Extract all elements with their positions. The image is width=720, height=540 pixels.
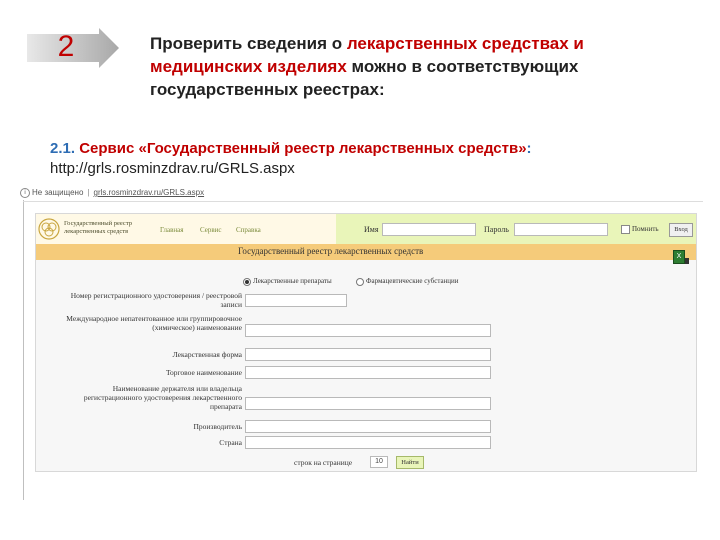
service-colon: : [526, 140, 532, 157]
remember-checkbox[interactable] [621, 225, 630, 234]
excel-icon[interactable]: X [673, 250, 685, 264]
grls-website: Государственный реестр лекарственных сре… [35, 213, 697, 472]
holder-input[interactable] [245, 397, 491, 410]
field-label-inn: Международное непатентованное или группи… [66, 314, 242, 332]
trade-name-input[interactable] [245, 366, 491, 379]
address-bar[interactable]: i Не защищено | grls.rosminzdrav.ru/GRLS.as… [20, 188, 240, 200]
logo-text: Государственный реестр лекарственных сре… [64, 220, 132, 235]
service-number: 2.1. [50, 140, 76, 157]
per-page-input[interactable]: 10 [370, 456, 388, 468]
reg-number-input[interactable] [245, 294, 347, 307]
headline-part1: Проверить сведения о [150, 34, 347, 53]
radio-substances-label: Фармацевтические субстанции [366, 277, 459, 285]
country-input[interactable] [245, 436, 491, 449]
inn-input[interactable] [245, 324, 491, 337]
step-number: 2 [57, 30, 75, 63]
scroll-handle[interactable] [685, 258, 689, 264]
logo-icon [38, 218, 60, 240]
remember-label: Помнить [632, 225, 659, 233]
radio-drugs-label: Лекарственные препараты [253, 277, 332, 285]
password-input[interactable] [514, 223, 608, 236]
security-label: Не защищено [32, 188, 84, 198]
per-page-label: строк на странице [294, 458, 353, 467]
manufacturer-input[interactable] [245, 420, 491, 433]
browser-frame-top [23, 201, 703, 202]
field-label-reg-number: Номер регистрационного удостоверения / р… [70, 291, 242, 309]
nav-service[interactable]: Сервис [200, 226, 222, 234]
radio-drugs[interactable] [243, 278, 251, 286]
form-input[interactable] [245, 348, 491, 361]
info-icon[interactable]: i [20, 188, 30, 198]
address-url[interactable]: grls.rosminzdrav.ru/GRLS.aspx [94, 188, 205, 197]
browser-frame-left [23, 200, 24, 500]
radio-substances[interactable] [356, 278, 364, 286]
separator: | [87, 188, 90, 198]
nav-home[interactable]: Главная [160, 226, 184, 234]
find-button[interactable]: Найти [396, 456, 424, 469]
field-label-country: Страна [219, 438, 242, 447]
title-bar: Государственный реестр лекарственных сре… [36, 244, 696, 260]
field-label-trade-name: Торговое наименование [165, 368, 242, 377]
service-line: 2.1. Сервис «Государственный реестр лека… [50, 138, 532, 159]
service-title: Сервис «Государственный реестр лекарстве… [75, 140, 527, 157]
password-label: Пароль [484, 225, 509, 234]
login-input[interactable] [382, 223, 476, 236]
login-label: Имя [364, 225, 379, 234]
login-button[interactable]: Вход [669, 223, 693, 237]
headline: Проверить сведения о лекарственных средс… [150, 32, 690, 101]
site-title: Государственный реестр лекарственных сре… [238, 246, 424, 256]
field-label-holder: Наименование держателя или владельца рег… [83, 384, 242, 411]
field-label-form: Лекарственная форма [172, 350, 242, 359]
nav-help[interactable]: Справка [236, 226, 261, 234]
step-arrow: 2 [27, 28, 119, 68]
service-url[interactable]: http://grls.rosminzdrav.ru/GRLS.aspx [50, 158, 295, 179]
field-label-manufacturer: Производитель [193, 422, 242, 431]
